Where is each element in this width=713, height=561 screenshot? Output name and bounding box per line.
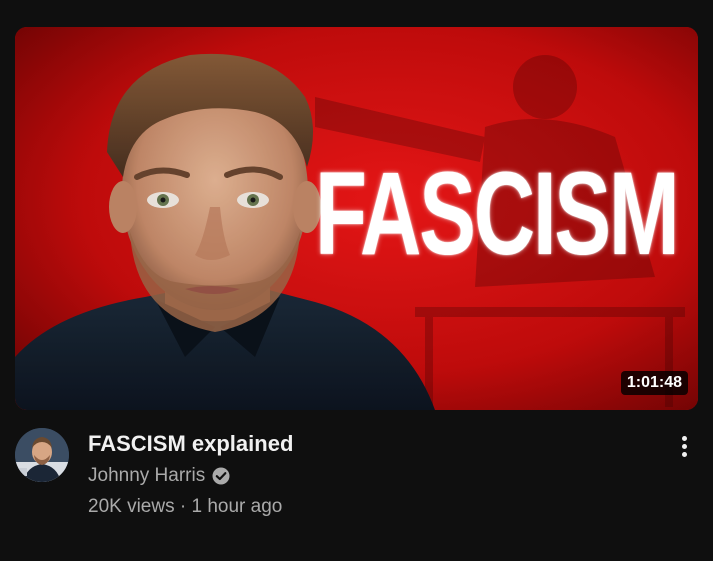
video-card: FASCISM 1:01:48 FASCISM explained Johnny…	[0, 0, 713, 561]
avatar-image	[15, 428, 69, 482]
verified-check-icon	[212, 467, 230, 485]
thumbnail-headline: FASCISM	[315, 148, 680, 280]
stats-separator: ·	[179, 496, 187, 517]
video-title[interactable]: FASCISM explained	[88, 430, 648, 458]
channel-row: Johnny Harris	[88, 462, 648, 490]
vertical-ellipsis-icon	[681, 435, 687, 441]
view-count: 20K views	[88, 496, 175, 517]
vertical-ellipsis-icon-dot	[681, 451, 687, 457]
video-stats: 20K views · 1 hour ago	[88, 494, 648, 520]
channel-name[interactable]: Johnny Harris	[88, 465, 205, 487]
video-thumbnail[interactable]: FASCISM 1:01:48	[15, 27, 698, 410]
duration-badge: 1:01:48	[620, 371, 688, 395]
channel-avatar[interactable]	[15, 428, 69, 482]
vertical-ellipsis-icon-dot	[681, 443, 687, 449]
more-options-button[interactable]	[672, 432, 696, 460]
video-meta: FASCISM explained Johnny Harris 20K view…	[88, 430, 648, 520]
upload-age: 1 hour ago	[191, 496, 283, 517]
